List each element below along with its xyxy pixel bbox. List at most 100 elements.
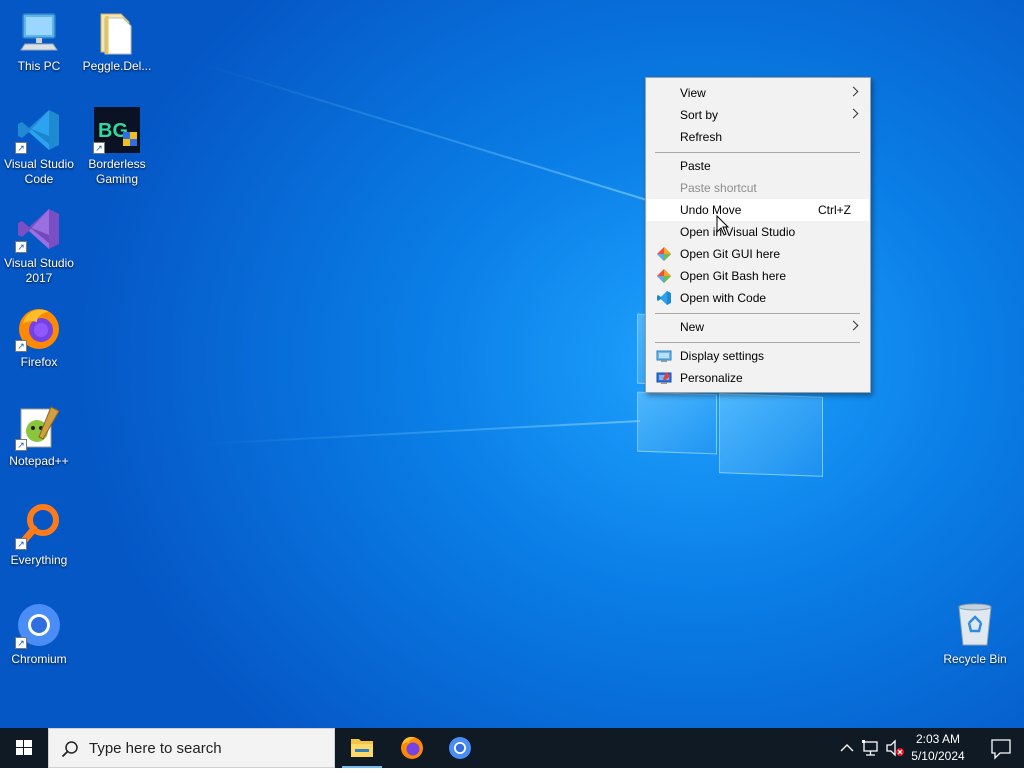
menu-item-new[interactable]: New — [647, 316, 869, 338]
desktop-icon-label: This PC — [17, 59, 61, 73]
menu-item-label: Display settings — [680, 349, 765, 363]
desktop-icon-visual-studio-2017[interactable]: ↗ Visual Studio 2017 — [0, 205, 78, 286]
submenu-arrow-icon — [848, 320, 859, 331]
menu-item-paste-shortcut: Paste shortcut — [647, 177, 869, 199]
desktop-icon-this-pc[interactable]: This PC — [0, 8, 78, 74]
taskbar-clock[interactable]: 2:03 AM 5/10/2024 — [898, 731, 978, 765]
menu-item-personalize[interactable]: Personalize — [647, 367, 869, 389]
taskbar-search-box[interactable]: Type here to search — [48, 728, 335, 768]
git-bash-icon — [656, 268, 672, 284]
network-icon — [862, 740, 878, 756]
taskbar-firefox[interactable] — [388, 728, 436, 768]
desktop-icon-label: Peggle.Del... — [82, 59, 152, 73]
desktop-icon-everything[interactable]: ↗ Everything — [0, 502, 78, 568]
folder-icon — [93, 8, 141, 56]
shortcut-arrow-icon: ↗ — [93, 142, 105, 154]
menu-item-shortcut: Ctrl+Z — [818, 203, 851, 217]
shortcut-arrow-icon: ↗ — [15, 637, 27, 649]
windows-logo-icon — [16, 740, 32, 755]
menu-item-open-git-bash[interactable]: Open Git Bash here — [647, 265, 869, 287]
file-explorer-icon — [351, 739, 373, 757]
start-button[interactable] — [0, 728, 48, 768]
wallpaper-beam — [200, 62, 651, 202]
desktop-icon-label: Everything — [10, 553, 68, 567]
desktop-icon-firefox[interactable]: ↗ Firefox — [0, 304, 78, 370]
desktop-icon-label: Firefox — [20, 355, 58, 369]
wallpaper-beam — [200, 420, 641, 446]
menu-item-label: Open Git Bash here — [680, 269, 787, 283]
menu-item-label: Open Git GUI here — [680, 247, 781, 261]
borderless-gaming-icon: BG ↗ — [93, 106, 141, 154]
submenu-arrow-icon — [848, 108, 859, 119]
tray-network[interactable] — [859, 728, 883, 768]
search-icon — [61, 741, 78, 758]
desktop-icon-chromium[interactable]: ↗ Chromium — [0, 601, 78, 667]
computer-icon — [15, 8, 63, 56]
menu-item-label: View — [680, 86, 706, 100]
desktop-icon-label: Recycle Bin — [943, 652, 1007, 666]
desktop-icon-label: Notepad++ — [9, 454, 69, 468]
shortcut-arrow-icon: ↗ — [15, 142, 27, 154]
tray-overflow-button[interactable] — [836, 728, 858, 768]
personalize-icon — [656, 370, 672, 386]
vscode-icon: ↗ — [15, 106, 63, 154]
taskbar-chromium[interactable] — [436, 728, 484, 768]
menu-item-label: Undo Move — [680, 203, 742, 217]
desktop-context-menu: View Sort by Refresh Paste Paste shortcu… — [645, 77, 871, 393]
desktop-icon-recycle-bin[interactable]: Recycle Bin — [936, 601, 1014, 667]
chevron-up-icon — [840, 744, 854, 752]
menu-item-label: Open in Visual Studio — [680, 225, 796, 239]
firefox-icon — [401, 736, 423, 759]
menu-item-label: Paste shortcut — [680, 181, 757, 195]
desktop-icon-label: Visual Studio Code — [4, 157, 74, 186]
action-center-button[interactable] — [978, 728, 1024, 768]
desktop-icon-label: Visual Studio 2017 — [4, 256, 74, 285]
vscode-icon — [656, 290, 672, 306]
desktop[interactable]: This PC Peggle.Del... ↗ Visual Studio Co… — [0, 0, 1024, 728]
menu-item-label: New — [680, 320, 705, 334]
menu-item-label: Sort by — [680, 108, 719, 122]
wallpaper-logo-pane — [637, 391, 717, 455]
shortcut-arrow-icon: ↗ — [15, 439, 27, 451]
desktop-icon-peggle[interactable]: Peggle.Del... — [78, 8, 156, 74]
menu-item-paste[interactable]: Paste — [647, 155, 869, 177]
firefox-icon: ↗ — [15, 304, 63, 352]
shortcut-arrow-icon: ↗ — [15, 538, 27, 550]
notepadpp-icon: ↗ — [15, 403, 63, 451]
menu-separator — [655, 342, 860, 343]
menu-item-view[interactable]: View — [647, 82, 869, 104]
everything-search-icon: ↗ — [15, 502, 63, 550]
menu-item-label: Open with Code — [680, 291, 767, 305]
git-gui-icon — [656, 246, 672, 262]
taskbar-file-explorer[interactable] — [338, 728, 386, 768]
notifications-icon — [991, 739, 1011, 760]
menu-item-sort-by[interactable]: Sort by — [647, 104, 869, 126]
clock-time: 2:03 AM — [915, 732, 961, 746]
menu-item-open-git-gui[interactable]: Open Git GUI here — [647, 243, 869, 265]
search-placeholder: Type here to search — [89, 740, 222, 757]
shortcut-arrow-icon: ↗ — [15, 340, 27, 352]
menu-item-refresh[interactable]: Refresh — [647, 126, 869, 148]
menu-separator — [655, 313, 860, 314]
desktop-icon-notepadpp[interactable]: ↗ Notepad++ — [0, 403, 78, 469]
wallpaper-logo-pane — [719, 393, 823, 477]
visual-studio-icon: ↗ — [15, 205, 63, 253]
chromium-icon: ↗ — [15, 601, 63, 649]
desktop-icon-vscode[interactable]: ↗ Visual Studio Code — [0, 106, 78, 187]
taskbar: Type here to search 2:03 AM 5/10/2024 — [0, 728, 1024, 768]
menu-item-label: Personalize — [680, 371, 743, 385]
desktop-icon-label: Chromium — [11, 652, 67, 666]
recycle-bin-icon — [951, 601, 999, 649]
menu-item-open-in-visual-studio[interactable]: Open in Visual Studio — [647, 221, 869, 243]
menu-item-label: Refresh — [680, 130, 723, 144]
shortcut-arrow-icon: ↗ — [15, 241, 27, 253]
menu-item-display-settings[interactable]: Display settings — [647, 345, 869, 367]
menu-item-open-with-code[interactable]: Open with Code — [647, 287, 869, 309]
clock-date: 5/10/2024 — [911, 749, 965, 763]
menu-item-undo-move[interactable]: Undo Move Ctrl+Z — [647, 199, 869, 221]
desktop-icon-label: Borderless Gaming — [88, 157, 146, 186]
desktop-icon-borderless-gaming[interactable]: BG ↗ Borderless Gaming — [78, 106, 156, 187]
menu-item-label: Paste — [680, 159, 711, 173]
submenu-arrow-icon — [848, 86, 859, 97]
menu-separator — [655, 152, 860, 153]
